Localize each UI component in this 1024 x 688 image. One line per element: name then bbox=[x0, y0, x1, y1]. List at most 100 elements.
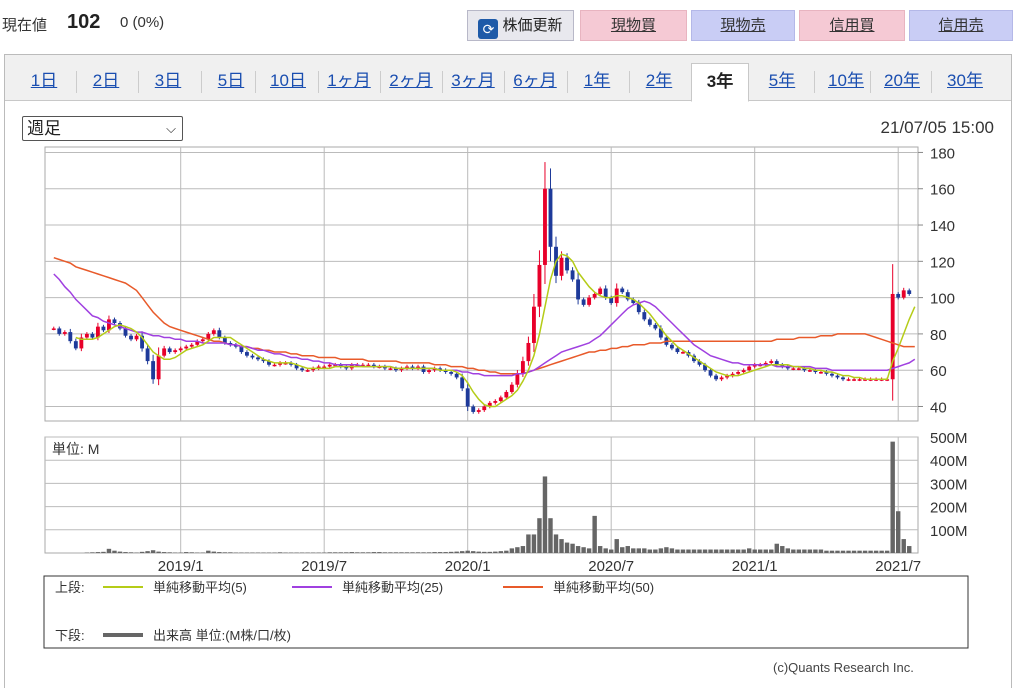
volume-bar bbox=[631, 548, 636, 553]
volume-bar bbox=[459, 551, 465, 553]
volume-bar bbox=[526, 534, 531, 553]
volume-bar bbox=[713, 549, 719, 553]
volume-bar bbox=[167, 552, 172, 553]
volume-bar bbox=[702, 549, 708, 553]
candle-body bbox=[134, 335, 139, 340]
volume-bar bbox=[669, 548, 675, 553]
volume-bar bbox=[520, 546, 526, 553]
candle-body bbox=[272, 364, 277, 367]
volume-tick-label: 200M bbox=[930, 500, 968, 517]
volume-bar bbox=[829, 550, 835, 553]
volume-bar bbox=[890, 441, 895, 553]
candle-body bbox=[581, 299, 586, 305]
candle-body bbox=[526, 342, 531, 362]
price-tick-label: 80 bbox=[930, 327, 947, 344]
legend-series-label: 単純移動平均(50) bbox=[553, 580, 654, 595]
volume-bar bbox=[537, 518, 542, 553]
candle-body bbox=[819, 372, 823, 374]
volume-bar bbox=[360, 552, 366, 553]
volume-bar bbox=[724, 549, 730, 553]
candle-body bbox=[173, 350, 178, 353]
volume-bar bbox=[437, 552, 443, 553]
volume-tick-label: 400M bbox=[930, 453, 968, 470]
candle-body bbox=[476, 410, 481, 412]
candle-body bbox=[796, 368, 801, 370]
candle-body bbox=[51, 328, 56, 330]
volume-bar bbox=[95, 552, 101, 553]
candle-body bbox=[642, 312, 647, 320]
volume-bar bbox=[653, 549, 658, 553]
candle-body bbox=[565, 257, 569, 271]
price-tick-label: 120 bbox=[930, 254, 955, 271]
candle-body bbox=[907, 290, 912, 294]
volume-bar bbox=[415, 552, 421, 553]
candle-body bbox=[807, 370, 812, 372]
volume-tick-label: 100M bbox=[930, 523, 968, 540]
volume-bar bbox=[680, 549, 686, 553]
volume-bar bbox=[217, 552, 222, 553]
volume-bar bbox=[277, 552, 283, 553]
candle-body bbox=[647, 319, 652, 325]
candle-body bbox=[305, 370, 310, 372]
volume-bar bbox=[117, 551, 123, 553]
candle-body bbox=[211, 330, 216, 334]
volume-bar bbox=[476, 551, 481, 553]
candle-body bbox=[769, 361, 774, 363]
volume-bar bbox=[758, 549, 763, 553]
volume-bar bbox=[355, 552, 360, 553]
candle-body bbox=[68, 332, 73, 342]
volume-bar bbox=[509, 548, 515, 553]
candle-body bbox=[73, 341, 78, 349]
volume-bar bbox=[123, 552, 128, 553]
x-tick-label: 2020/7 bbox=[588, 558, 634, 575]
candle-body bbox=[427, 370, 431, 373]
candle-body bbox=[830, 373, 834, 376]
volume-bar bbox=[448, 551, 454, 553]
candle-body bbox=[603, 288, 608, 298]
volume-bar bbox=[570, 543, 575, 553]
volume-bar bbox=[471, 551, 476, 553]
volume-bar bbox=[575, 546, 581, 553]
candle-body bbox=[498, 397, 503, 402]
candle-body bbox=[532, 306, 536, 343]
volume-bar bbox=[128, 552, 134, 553]
volume-bar bbox=[382, 552, 388, 553]
candle-body bbox=[543, 188, 547, 265]
legend-series-label: 単純移動平均(5) bbox=[153, 580, 247, 595]
volume-bar bbox=[139, 551, 145, 553]
candle-body bbox=[570, 270, 575, 280]
volume-bar bbox=[592, 515, 597, 553]
volume-bar bbox=[145, 551, 150, 553]
volume-bar bbox=[366, 552, 371, 553]
price-tick-label: 40 bbox=[930, 399, 947, 416]
candle-body bbox=[482, 406, 487, 411]
volume-bar bbox=[90, 552, 95, 553]
price-tick-label: 180 bbox=[930, 145, 955, 162]
volume-bar bbox=[879, 550, 884, 553]
candle-body bbox=[449, 372, 454, 374]
volume-bar bbox=[426, 552, 432, 553]
candle-body bbox=[896, 293, 901, 298]
candle-body bbox=[156, 355, 161, 380]
candle-body bbox=[145, 348, 150, 362]
volume-bar bbox=[228, 552, 233, 553]
candle-body bbox=[852, 379, 856, 381]
volume-tick-label: 500M bbox=[930, 430, 968, 447]
volume-bar bbox=[835, 550, 840, 553]
volume-bar bbox=[106, 548, 112, 553]
volume-bar bbox=[548, 518, 553, 553]
volume-bar bbox=[884, 550, 890, 553]
volume-bar bbox=[763, 549, 768, 553]
volume-bar bbox=[222, 552, 228, 553]
volume-tick-label: 300M bbox=[930, 476, 968, 493]
volume-bar bbox=[211, 551, 217, 553]
volume-bar bbox=[746, 548, 752, 553]
candle-body bbox=[747, 366, 752, 371]
candle-body bbox=[189, 344, 194, 347]
candle-body bbox=[515, 373, 520, 385]
volume-bar bbox=[542, 476, 548, 553]
volume-bar bbox=[785, 548, 791, 553]
volume-bar bbox=[371, 552, 377, 553]
volume-bar bbox=[686, 549, 691, 553]
stock-chart: 40 60 80 100 120 140 160 180 100M 200M 300M 400M 500… bbox=[43, 145, 969, 649]
